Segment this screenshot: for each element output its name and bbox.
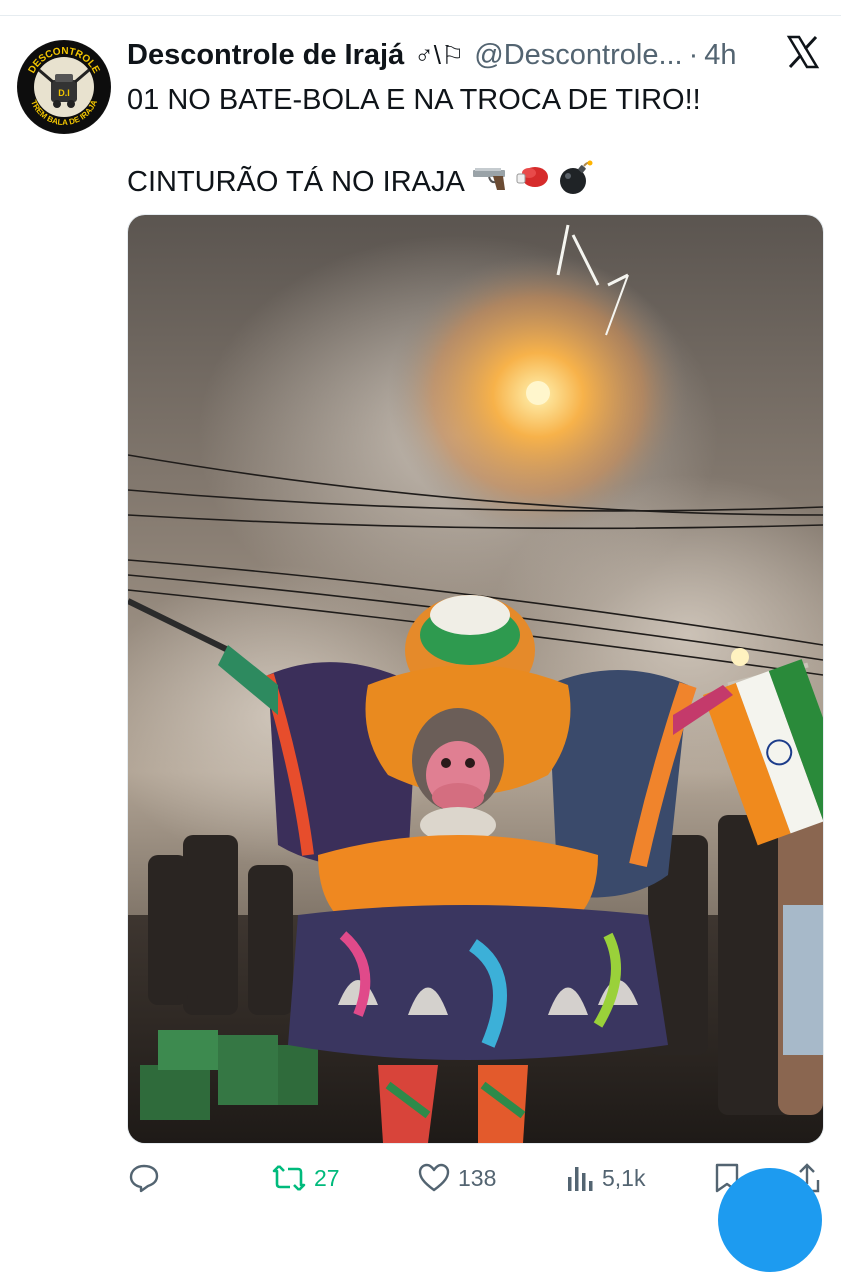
tweet-actions: 27 138 5,1k xyxy=(0,1158,841,1200)
reply-icon xyxy=(129,1164,159,1193)
pistol-icon xyxy=(471,163,509,201)
tweet-photo[interactable] xyxy=(127,214,824,1144)
retweet-button[interactable]: 27 xyxy=(272,1158,340,1198)
reply-button[interactable] xyxy=(128,1158,168,1198)
tweet-text-line-2-text: CINTURÃO TÁ NO IRAJA xyxy=(127,165,465,198)
tweet-header: Descontrole de Irajá ♂\⚐ @Descontrole...… xyxy=(127,38,787,72)
avatar-center-text: D.I xyxy=(58,88,70,98)
retweet-count: 27 xyxy=(314,1164,340,1191)
handle[interactable]: @Descontrole... xyxy=(474,39,682,72)
heart-icon xyxy=(418,1163,450,1192)
display-name[interactable]: Descontrole de Irajá xyxy=(127,39,404,72)
tweet-text-line-2: CINTURÃO TÁ NO IRAJA xyxy=(127,160,593,204)
compose-fab-button[interactable] xyxy=(718,1168,822,1272)
name-icons: ♂\⚐ xyxy=(414,39,465,70)
like-button[interactable]: 138 xyxy=(418,1158,496,1198)
top-divider xyxy=(0,15,841,16)
bomb-icon xyxy=(557,160,593,204)
analytics-icon xyxy=(568,1167,593,1191)
retweet-icon xyxy=(272,1165,306,1191)
avatar[interactable]: DESCONTROLE TREM BALA DE IRAJÁ D.I xyxy=(17,40,111,134)
tweet-text-line-1: 01 NO BATE-BOLA E NA TROCA DE TIRO!! xyxy=(127,84,701,116)
separator-dot: · xyxy=(688,38,699,71)
like-count: 138 xyxy=(458,1164,497,1191)
x-logo-icon[interactable] xyxy=(786,35,820,69)
timestamp[interactable]: 4h xyxy=(704,39,736,72)
views-button[interactable]: 5,1k xyxy=(566,1158,645,1198)
views-count: 5,1k xyxy=(602,1164,646,1191)
boxing-glove-icon xyxy=(515,163,551,201)
